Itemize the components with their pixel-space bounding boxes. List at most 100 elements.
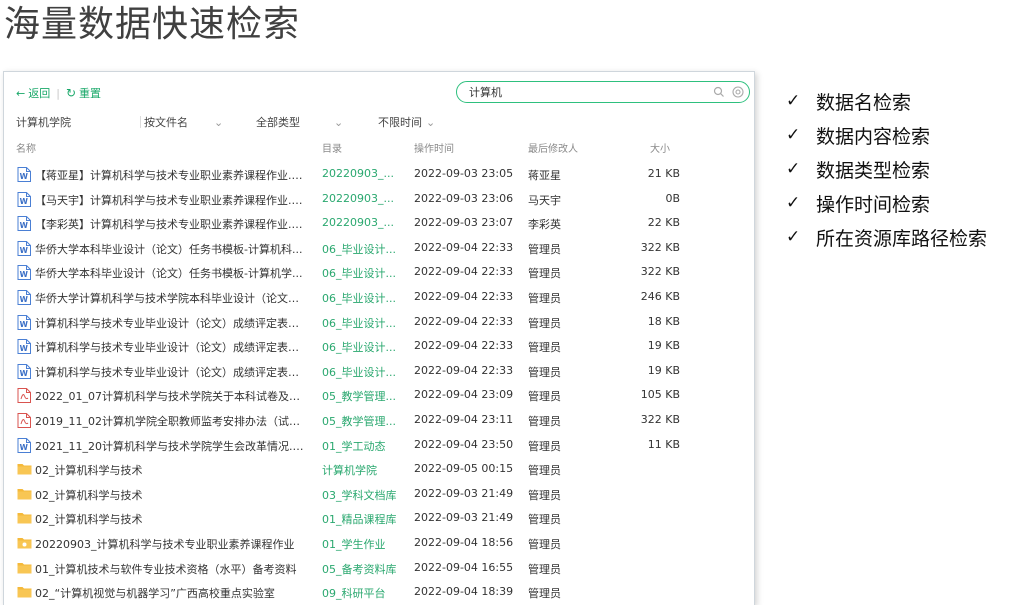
toolbar-separator: | <box>56 86 60 100</box>
table-row[interactable]: W 【蒋亚星】计算机科学与技术专业职业素养课程作业.d... 20220903_..… <box>4 163 754 188</box>
file-dir-link[interactable]: 20220903_... <box>322 216 398 229</box>
svg-text:W: W <box>20 246 29 255</box>
table-row[interactable]: 02_计算机科学与技术 03_学科文档库 2022-09-03 21:49 管理员 <box>4 483 754 508</box>
file-modifier: 管理员 <box>528 439 561 453</box>
file-dir-link[interactable]: 03_学科文档库 <box>322 487 398 503</box>
table-row[interactable]: W 华侨大学计算机科学与技术学院本科毕业设计（论文）... 06_毕业设计... 20… <box>4 286 754 311</box>
file-time: 2022-09-04 18:39 <box>414 585 514 599</box>
svg-text:W: W <box>20 172 29 181</box>
file-name[interactable]: 2022_01_07计算机科学与技术学院关于本科试卷及相... <box>35 388 305 404</box>
filter-divider <box>140 116 141 128</box>
file-time: 2022-09-04 22:33 <box>414 289 514 303</box>
svg-text:W: W <box>20 344 29 353</box>
file-name[interactable]: 02_计算机科学与技术 <box>35 511 305 527</box>
file-modifier: 管理员 <box>528 488 561 502</box>
column-name[interactable]: 名称 <box>16 140 36 155</box>
table-row[interactable]: W 华侨大学本科毕业设计（论文）任务书模板-计算机科... 06_毕业设计... 20… <box>4 237 754 262</box>
file-dir-link[interactable]: 05_教学管理... <box>322 388 398 404</box>
refresh-icon: ↻ <box>65 86 76 100</box>
table-row[interactable]: W 华侨大学本科毕业设计（论文）任务书模板-计算机学... 06_毕业设计... 20… <box>4 261 754 286</box>
table-row[interactable]: 02_计算机科学与技术 01_精品课程库 2022-09-03 21:49 管理员 <box>4 507 754 532</box>
file-modifier: 蒋亚星 <box>528 169 561 182</box>
word-doc-icon: W <box>17 314 31 330</box>
svg-text:W: W <box>20 197 29 206</box>
reset-label: 重置 <box>79 87 101 100</box>
file-modifier: 管理员 <box>528 316 561 330</box>
file-name[interactable]: 华侨大学本科毕业设计（论文）任务书模板-计算机科... <box>35 241 305 257</box>
search-input[interactable] <box>469 84 699 100</box>
file-name[interactable]: 【马天宇】计算机科学与技术专业职业素养课程作业.d... <box>35 192 305 208</box>
table-row[interactable]: W 【马天宇】计算机科学与技术专业职业素养课程作业.d... 20220903_..… <box>4 188 754 213</box>
file-time: 2022-09-04 22:33 <box>414 339 514 353</box>
type-dropdown[interactable]: 全部类型 ⌄ <box>256 114 343 130</box>
file-dir-link[interactable]: 05_备考资料库 <box>322 561 398 577</box>
file-name[interactable]: 02_“计算机视觉与机器学习”广西高校重点实验室 <box>35 585 305 601</box>
file-size: 18 KB <box>647 314 680 328</box>
file-time: 2022-09-04 16:55 <box>414 560 514 574</box>
column-modifier[interactable]: 最后修改人 <box>528 140 578 155</box>
clear-icon[interactable] <box>732 86 744 98</box>
file-dir-link[interactable]: 01_学生作业 <box>322 536 398 552</box>
reset-button[interactable]: ↻ 重置 <box>66 85 101 101</box>
word-doc-icon: W <box>17 167 31 182</box>
file-name[interactable]: 01_计算机技术与软件专业技术资格（水平）备考资料 <box>35 561 305 577</box>
table-row[interactable]: 02_“计算机视觉与机器学习”广西高校重点实验室 09_科研平台 2022-09-0… <box>4 581 754 605</box>
file-name[interactable]: 20220903_计算机科学与技术专业职业素养课程作业 <box>35 536 305 552</box>
file-name[interactable]: 计算机科学与技术专业毕业设计（论文）成绩评定表（... <box>35 315 305 331</box>
file-time: 2022-09-04 23:09 <box>414 388 514 402</box>
back-button[interactable]: ← 返回 <box>16 85 50 101</box>
file-name[interactable]: 【李彩英】计算机科学与技术专业职业素养课程作业.d... <box>35 216 305 232</box>
table-row[interactable]: W 2021_11_20计算机科学与技术学院学生会改革情况.docx 01_学工动态… <box>4 434 754 459</box>
file-dir-link[interactable]: 06_毕业设计... <box>322 241 398 257</box>
search-by-dropdown[interactable]: 按文件名 ⌄ <box>144 114 223 130</box>
table-row[interactable]: W 计算机科学与技术专业毕业设计（论文）成绩评定表（... 06_毕业设计... 20… <box>4 335 754 360</box>
time-dropdown[interactable]: 不限时间 ⌄ <box>378 114 435 130</box>
table-row[interactable]: 01_计算机技术与软件专业技术资格（水平）备考资料 05_备考资料库 2022-09… <box>4 557 754 582</box>
file-dir-link[interactable]: 20220903_... <box>322 167 398 180</box>
file-dir-link[interactable]: 06_毕业设计... <box>322 315 398 331</box>
file-dir-link[interactable]: 20220903_... <box>322 192 398 205</box>
table-row[interactable]: W 计算机科学与技术专业毕业设计（论文）成绩评定表（... 06_毕业设计... 20… <box>4 360 754 385</box>
column-time[interactable]: 操作时间 <box>414 140 454 155</box>
file-dir-link[interactable]: 06_毕业设计... <box>322 364 398 380</box>
table-row[interactable]: 2022_01_07计算机科学与技术学院关于本科试卷及相... 05_教学管理..… <box>4 384 754 409</box>
check-icon: ✓ <box>786 193 801 213</box>
svg-text:W: W <box>20 270 29 279</box>
file-dir-link[interactable]: 05_教学管理... <box>322 413 398 429</box>
file-name[interactable]: 华侨大学计算机科学与技术学院本科毕业设计（论文）... <box>35 290 305 306</box>
column-size[interactable]: 大小 <box>650 140 670 155</box>
column-dir[interactable]: 目录 <box>322 140 342 155</box>
file-modifier: 管理员 <box>528 464 561 478</box>
feature-item: ✓ 数据名检索 <box>786 84 987 118</box>
file-dir-link[interactable]: 01_精品课程库 <box>322 511 398 527</box>
file-name[interactable]: 2019_11_02计算机学院全职教师监考安排办法（试行... <box>35 413 305 429</box>
search-icon[interactable] <box>713 86 725 98</box>
folder-icon <box>17 487 32 502</box>
file-dir-link[interactable]: 09_科研平台 <box>322 585 398 601</box>
check-icon: ✓ <box>786 125 801 145</box>
file-name[interactable]: 2021_11_20计算机科学与技术学院学生会改革情况.docx <box>35 438 305 454</box>
file-name[interactable]: 【蒋亚星】计算机科学与技术专业职业素养课程作业.d... <box>35 167 305 183</box>
file-dir-link[interactable]: 01_学工动态 <box>322 438 398 454</box>
file-name[interactable]: 计算机科学与技术专业毕业设计（论文）成绩评定表（... <box>35 364 305 380</box>
filter-bar: 计算机学院 按文件名 ⌄ 全部类型 ⌄ 不限时间 ⌄ <box>16 114 754 130</box>
file-name[interactable]: 02_计算机科学与技术 <box>35 462 305 478</box>
table-row[interactable]: 20220903_计算机科学与技术专业职业素养课程作业 01_学生作业 2022-0… <box>4 532 754 557</box>
file-size: 322 KB <box>640 265 680 279</box>
table-row[interactable]: W 计算机科学与技术专业毕业设计（论文）成绩评定表（... 06_毕业设计... 20… <box>4 311 754 336</box>
table-row[interactable]: 2019_11_02计算机学院全职教师监考安排办法（试行... 05_教学管理..… <box>4 409 754 434</box>
scope-filter[interactable]: 计算机学院 <box>16 114 71 130</box>
file-dir-link[interactable]: 06_毕业设计... <box>322 265 398 281</box>
file-name[interactable]: 02_计算机科学与技术 <box>35 487 305 503</box>
table-row[interactable]: 02_计算机科学与技术 计算机学院 2022-09-05 00:15 管理员 <box>4 458 754 483</box>
search-by-label: 按文件名 <box>144 116 188 129</box>
file-dir-link[interactable]: 06_毕业设计... <box>322 290 398 306</box>
file-dir-link[interactable]: 06_毕业设计... <box>322 339 398 355</box>
chevron-down-icon: ⌄ <box>426 115 436 129</box>
file-size: 105 KB <box>640 388 680 402</box>
file-name[interactable]: 华侨大学本科毕业设计（论文）任务书模板-计算机学... <box>35 265 305 281</box>
file-time: 2022-09-03 21:49 <box>414 511 514 525</box>
file-dir-link[interactable]: 计算机学院 <box>322 462 398 478</box>
file-name[interactable]: 计算机科学与技术专业毕业设计（论文）成绩评定表（... <box>35 339 305 355</box>
table-row[interactable]: W 【李彩英】计算机科学与技术专业职业素养课程作业.d... 20220903_..… <box>4 212 754 237</box>
